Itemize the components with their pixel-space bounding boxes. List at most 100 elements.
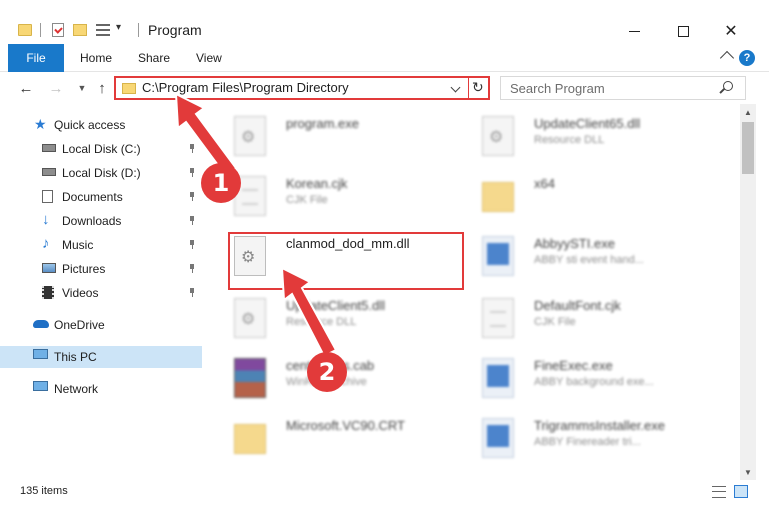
file-item[interactable]: Korean.cjk CJK File: [220, 170, 470, 226]
pin-icon[interactable]: [188, 216, 196, 225]
file-item[interactable]: x64: [468, 170, 718, 226]
help-icon[interactable]: ?: [739, 50, 755, 66]
view-menu-icon[interactable]: [96, 24, 110, 36]
star-icon: ★: [34, 116, 47, 132]
step-badge-1: 1: [201, 163, 241, 203]
sidebar-item-label: Documents: [62, 190, 123, 204]
sidebar-item-this-pc[interactable]: This PC: [0, 346, 202, 368]
file-list: program.exe UpdateClient65.dll Resource …: [210, 104, 738, 480]
minimize-button[interactable]: [611, 18, 657, 44]
file-description: ABBY Finereader tri...: [534, 436, 641, 448]
window-title: Program: [148, 22, 202, 38]
network-icon: [33, 381, 48, 391]
sidebar-item-onedrive[interactable]: OneDrive: [0, 314, 202, 336]
sidebar-item-label: This PC: [54, 350, 97, 364]
properties-icon[interactable]: [52, 23, 64, 37]
minimize-icon: [628, 30, 640, 32]
pin-icon[interactable]: [188, 144, 196, 153]
sidebar-item-pictures[interactable]: Pictures: [0, 258, 202, 280]
folder-icon[interactable]: [18, 24, 32, 36]
file-item[interactable]: DefaultFont.cjk CJK File: [468, 292, 718, 348]
scroll-thumb[interactable]: [742, 122, 754, 174]
file-item[interactable]: UpdateClient5.dll Resource DLL: [220, 292, 470, 348]
back-arrow-icon[interactable]: ←: [16, 78, 36, 98]
maximize-icon: [677, 25, 689, 37]
pin-icon[interactable]: [188, 288, 196, 297]
music-icon: ♪: [42, 235, 50, 252]
file-item[interactable]: AbbyySTI.exe ABBY sti event hand...: [468, 230, 718, 286]
tab-view[interactable]: View: [196, 44, 222, 72]
sidebar-item-documents[interactable]: Documents: [0, 186, 202, 208]
address-path[interactable]: C:\Program Files\Program Directory: [142, 80, 349, 95]
file-item[interactable]: UpdateClient65.dll Resource DLL: [468, 110, 718, 166]
folder-icon: [482, 182, 514, 212]
tab-share[interactable]: Share: [138, 44, 170, 72]
sidebar-item-quick-access[interactable]: ★ Quick access: [0, 114, 202, 136]
file-name: TrigrammsInstaller.exe: [534, 418, 665, 433]
folder-icon: [234, 424, 266, 454]
file-item[interactable]: Microsoft.VC90.CRT: [220, 412, 470, 468]
exe-icon: [482, 418, 514, 458]
pin-icon[interactable]: [188, 264, 196, 273]
sidebar-item-label: OneDrive: [54, 318, 105, 332]
file-description: CJK File: [286, 194, 328, 206]
search-input[interactable]: Search Program: [500, 76, 746, 100]
dll-icon: [234, 298, 266, 338]
details-view-icon[interactable]: [712, 486, 726, 498]
quick-access-separator: [40, 23, 41, 37]
file-item[interactable]: FineExec.exe ABBY background exe...: [468, 352, 718, 408]
address-dropdown-chevron-icon[interactable]: [450, 82, 461, 93]
folder-icon: [122, 83, 136, 94]
file-description: CJK File: [534, 316, 576, 328]
sidebar-item-videos[interactable]: Videos: [0, 282, 202, 304]
sidebar-item-network[interactable]: Network: [0, 378, 202, 400]
vertical-scrollbar[interactable]: ▲ ▼: [740, 104, 756, 480]
large-icons-view-icon[interactable]: [734, 485, 748, 498]
expand-ribbon-chevron-icon[interactable]: [719, 50, 735, 66]
download-icon: ↓: [42, 211, 50, 228]
computer-icon: [33, 349, 48, 359]
file-item[interactable]: program.exe: [220, 110, 470, 166]
scroll-down-arrow-icon[interactable]: ▼: [744, 468, 752, 477]
pin-icon[interactable]: [188, 168, 196, 177]
pin-icon[interactable]: [188, 240, 196, 249]
sidebar-item-label: Music: [62, 238, 94, 252]
tab-home[interactable]: Home: [80, 44, 112, 72]
file-name: UpdateClient5.dll: [286, 298, 386, 313]
recent-locations-chevron-icon[interactable]: ▼: [72, 78, 92, 98]
file-name: UpdateClient65.dll: [534, 116, 641, 131]
forward-arrow-icon[interactable]: →: [46, 78, 66, 98]
file-name: AbbyySTI.exe: [534, 236, 615, 251]
sidebar-item-label: Local Disk (C:): [62, 142, 141, 156]
target-file-highlight: [228, 232, 464, 290]
file-description: ABBY sti event hand...: [534, 254, 644, 266]
file-name: Korean.cjk: [286, 176, 348, 191]
pin-icon[interactable]: [188, 192, 196, 201]
address-separator: [468, 78, 469, 98]
exe-icon: [482, 236, 514, 276]
maximize-button[interactable]: [660, 18, 706, 44]
search-icon[interactable]: [723, 81, 733, 91]
file-item[interactable]: TrigrammsInstaller.exe ABBY Finereader t…: [468, 412, 718, 468]
sidebar-item-label: Pictures: [62, 262, 106, 276]
up-arrow-icon[interactable]: ↑: [92, 78, 112, 98]
file-name: FineExec.exe: [534, 358, 613, 373]
new-folder-icon[interactable]: [73, 24, 87, 36]
sidebar-item-music[interactable]: ♪ Music: [0, 234, 202, 256]
title-separator: [138, 23, 139, 37]
status-bar: 135 items: [0, 480, 769, 511]
file-description: ABBY background exe...: [534, 376, 654, 388]
customize-toolbar-dropdown-icon[interactable]: ▾: [116, 22, 121, 33]
refresh-icon[interactable]: ↻: [472, 79, 484, 96]
documents-icon: [42, 190, 53, 203]
address-bar[interactable]: C:\Program Files\Program Directory ↻: [114, 76, 490, 100]
item-count: 135 items: [20, 485, 68, 497]
file-name: program.exe: [286, 116, 359, 131]
sidebar-item-local-disk-d[interactable]: Local Disk (D:): [0, 162, 202, 184]
close-button[interactable]: ✕: [708, 18, 754, 44]
tab-file[interactable]: File: [8, 44, 64, 72]
scroll-up-arrow-icon[interactable]: ▲: [744, 108, 752, 117]
sidebar-item-label: Local Disk (D:): [62, 166, 141, 180]
sidebar-item-local-disk-c[interactable]: Local Disk (C:): [0, 138, 202, 160]
sidebar-item-downloads[interactable]: ↓ Downloads: [0, 210, 202, 232]
